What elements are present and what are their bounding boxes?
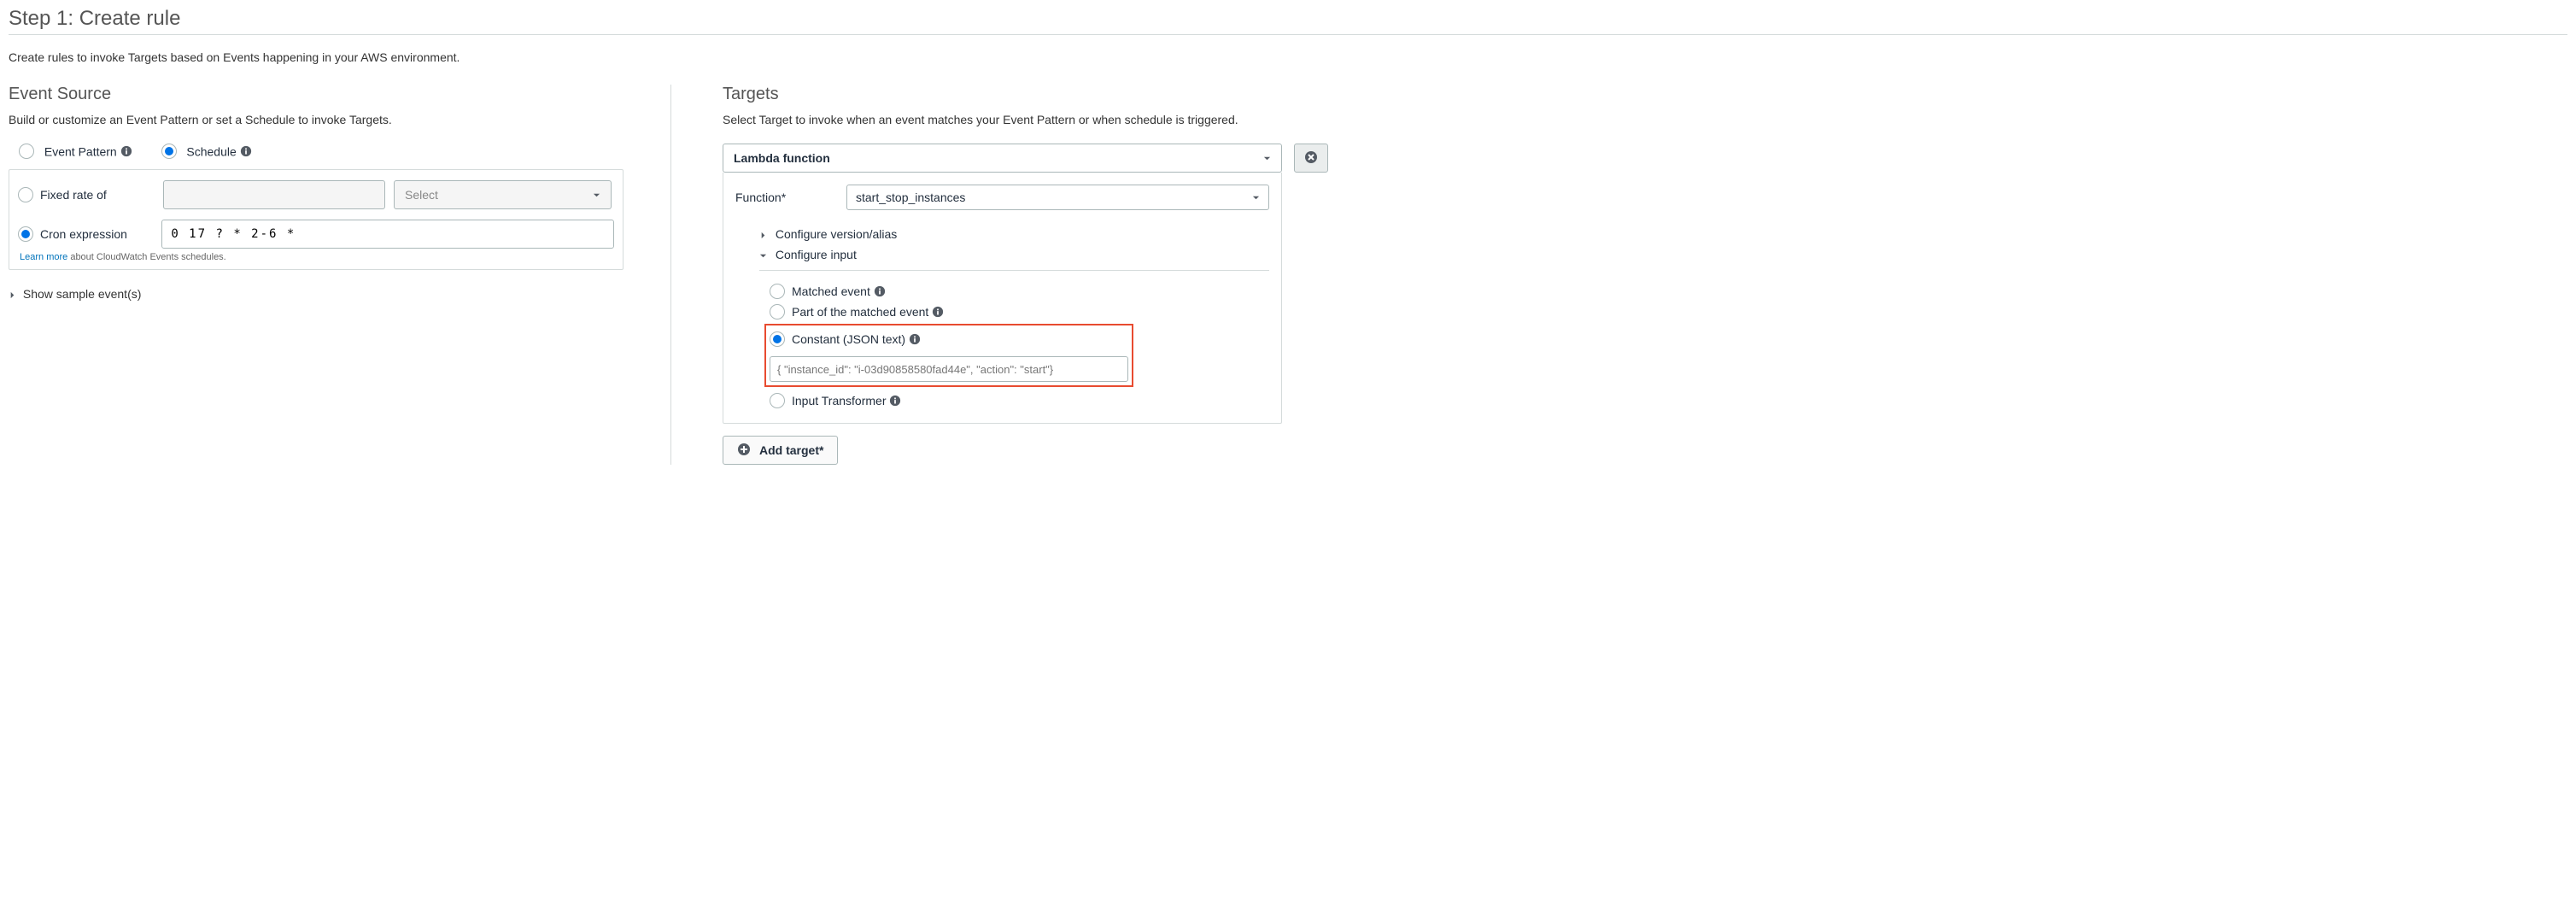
fixed-rate-unit-select: Select [394, 180, 612, 209]
info-icon[interactable] [120, 145, 132, 157]
function-label: Function* [735, 191, 812, 204]
chevron-down-icon [1252, 194, 1260, 202]
page-subtitle: Create rules to invoke Targets based on … [9, 50, 2567, 64]
constant-json-highlight: Constant (JSON text) [764, 324, 1133, 387]
target-type-value: Lambda function [734, 151, 830, 165]
radio-constant-json[interactable] [770, 331, 785, 347]
add-target-button[interactable]: Add target* [723, 436, 838, 465]
chevron-down-icon [1263, 155, 1271, 162]
radio-matched-event-label[interactable]: Matched event [792, 284, 870, 298]
info-icon[interactable] [874, 285, 886, 297]
fixed-rate-unit-placeholder: Select [405, 188, 438, 202]
configure-input-toggle[interactable]: Configure input [735, 244, 1269, 265]
radio-input-transformer[interactable] [770, 393, 785, 408]
configure-version-toggle[interactable]: Configure version/alias [735, 224, 1269, 244]
configure-input-label: Configure input [776, 248, 857, 261]
chevron-right-icon [9, 291, 16, 299]
info-icon[interactable] [889, 395, 901, 407]
show-sample-events-toggle[interactable]: Show sample event(s) [9, 287, 645, 301]
radio-event-pattern[interactable] [19, 144, 34, 159]
schedule-config-box: Fixed rate of Select Cron expression Lea… [9, 169, 624, 270]
info-icon[interactable] [240, 145, 252, 157]
target-type-select[interactable]: Lambda function [723, 144, 1282, 173]
chevron-right-icon [759, 232, 767, 239]
radio-cron[interactable] [18, 226, 33, 242]
configure-input-divider [759, 270, 1269, 271]
radio-constant-json-label[interactable]: Constant (JSON text) [792, 332, 905, 346]
page-title: Step 1: Create rule [9, 7, 2567, 31]
radio-part-matched[interactable] [770, 304, 785, 320]
chevron-down-icon [593, 191, 600, 199]
function-value: start_stop_instances [856, 191, 965, 204]
remove-target-button[interactable] [1294, 144, 1328, 173]
info-icon[interactable] [932, 306, 944, 318]
constant-json-input[interactable] [770, 356, 1128, 382]
event-source-title: Event Source [9, 85, 645, 104]
targets-title: Targets [723, 85, 2567, 104]
radio-event-pattern-label[interactable]: Event Pattern [44, 144, 117, 158]
radio-fixed-rate[interactable] [18, 187, 33, 202]
info-icon[interactable] [909, 333, 921, 345]
learn-more-line: Learn more about CloudWatch Events sched… [20, 252, 612, 262]
event-source-subtitle: Build or customize an Event Pattern or s… [9, 113, 645, 126]
title-divider [9, 34, 2567, 35]
cron-expression-input[interactable] [161, 220, 614, 249]
chevron-down-icon [759, 252, 767, 260]
targets-subtitle: Select Target to invoke when an event ma… [723, 113, 2567, 126]
show-sample-events-label: Show sample event(s) [23, 287, 142, 301]
function-select[interactable]: start_stop_instances [846, 185, 1269, 210]
radio-fixed-rate-label[interactable]: Fixed rate of [40, 188, 107, 202]
event-source-panel: Event Source Build or customize an Event… [9, 85, 670, 465]
close-icon [1304, 150, 1318, 167]
configure-version-label: Configure version/alias [776, 227, 897, 241]
radio-part-matched-label[interactable]: Part of the matched event [792, 305, 928, 319]
radio-cron-label[interactable]: Cron expression [40, 227, 127, 241]
fixed-rate-value-input [163, 180, 385, 209]
learn-more-link[interactable]: Learn more [20, 252, 67, 262]
input-options-group: Matched event Part of the matched event … [735, 276, 1269, 411]
plus-icon [737, 443, 751, 459]
radio-input-transformer-label[interactable]: Input Transformer [792, 394, 887, 407]
targets-panel: Targets Select Target to invoke when an … [671, 85, 2567, 465]
target-config-box: Function* start_stop_instances Configure… [723, 173, 1282, 424]
radio-matched-event[interactable] [770, 284, 785, 299]
radio-schedule-label[interactable]: Schedule [186, 144, 236, 158]
learn-more-text: about CloudWatch Events schedules. [67, 252, 225, 262]
radio-schedule[interactable] [161, 144, 177, 159]
add-target-label: Add target* [759, 443, 823, 457]
